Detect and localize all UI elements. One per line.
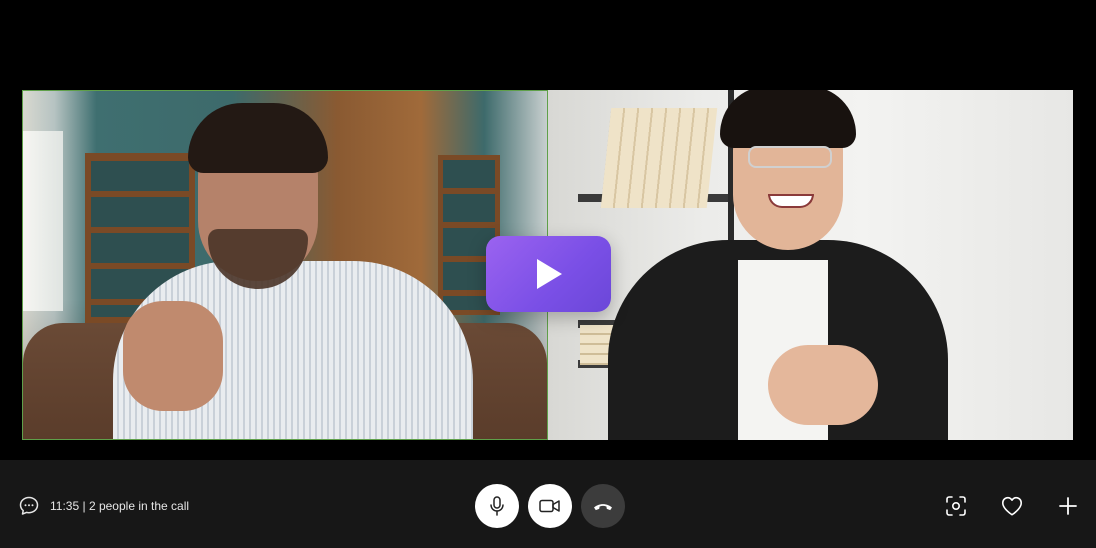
plus-icon bbox=[1059, 497, 1077, 515]
call-status: 11:35 | 2 people in the call bbox=[50, 499, 189, 513]
play-button[interactable] bbox=[486, 236, 611, 312]
chat-icon[interactable] bbox=[18, 495, 40, 517]
window-background bbox=[23, 131, 63, 311]
participant-count: 2 people in the call bbox=[88, 499, 190, 513]
phone-hangup-icon bbox=[594, 504, 612, 511]
call-controls bbox=[475, 484, 625, 528]
heart-icon bbox=[1001, 496, 1023, 516]
microphone-icon bbox=[490, 496, 504, 516]
participant-2-figure bbox=[608, 90, 968, 440]
video-camera-icon bbox=[539, 499, 560, 513]
microphone-button[interactable] bbox=[475, 484, 519, 528]
play-icon bbox=[536, 259, 562, 289]
call-time: 11:35 bbox=[50, 499, 80, 513]
participant-1-figure bbox=[83, 103, 483, 439]
camera-button[interactable] bbox=[528, 484, 572, 528]
call-control-bar: 11:35 | 2 people in the call bbox=[0, 460, 1096, 548]
add-button[interactable] bbox=[1056, 494, 1080, 518]
video-stage bbox=[0, 0, 1096, 460]
participant-video-1[interactable] bbox=[22, 90, 548, 440]
screenshot-icon bbox=[946, 496, 966, 516]
call-tools bbox=[944, 494, 1080, 518]
like-button[interactable] bbox=[1000, 494, 1024, 518]
participant-video-2[interactable] bbox=[548, 90, 1073, 440]
status-separator: | bbox=[82, 499, 86, 513]
screenshot-button[interactable] bbox=[944, 494, 968, 518]
end-call-button[interactable] bbox=[581, 484, 625, 528]
